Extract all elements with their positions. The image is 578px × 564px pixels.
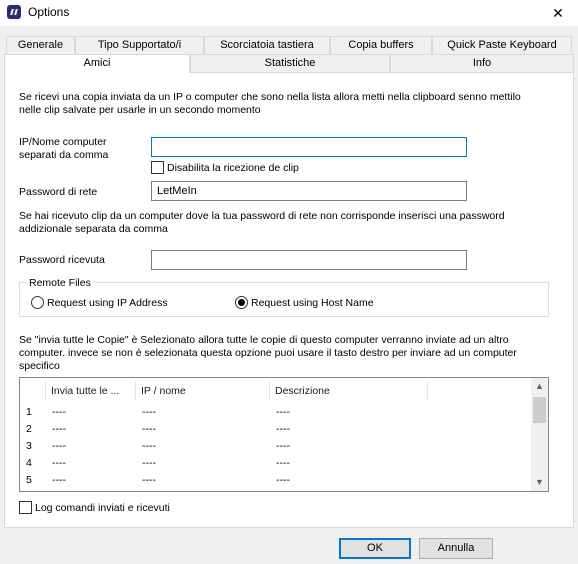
intro-text-line-1: Se ricevi una copia inviata da un IP o c…: [19, 91, 521, 103]
window-title: Options: [28, 5, 70, 19]
tab-tipo-supportato[interactable]: Tipo Supportato/i: [75, 36, 204, 54]
tab-generale[interactable]: Generale: [6, 36, 75, 54]
password-label: Password di rete: [19, 186, 98, 198]
password-input[interactable]: [151, 181, 467, 201]
cell-description: ----: [276, 457, 290, 469]
radio-request-host-label: Request using Host Name: [251, 297, 374, 309]
ok-button[interactable]: OK: [339, 538, 411, 559]
disable-receive-label: Disabilita la ricezione de clip: [167, 162, 299, 174]
tab-copia-buffers[interactable]: Copia buffers: [330, 36, 432, 54]
row-number-header: [20, 381, 46, 401]
cell-description: ----: [276, 474, 290, 486]
ip-label-line-2: separati da comma: [19, 149, 109, 161]
tab-amici[interactable]: Amici: [4, 54, 190, 73]
scroll-up-icon[interactable]: ▲: [531, 378, 548, 395]
app-icon: [7, 5, 21, 19]
column-header-description[interactable]: Descrizione: [270, 381, 428, 401]
cell-ip-name: ----: [142, 406, 156, 418]
disable-receive-checkbox[interactable]: [151, 161, 164, 174]
close-button[interactable]: ✕: [544, 3, 572, 23]
tab-scorciatoia-tastiera[interactable]: Scorciatoia tastiera: [204, 36, 330, 54]
log-commands-checkbox[interactable]: [19, 501, 32, 514]
radio-request-ip-label: Request using IP Address: [47, 297, 168, 309]
send-all-text-line-1: Se "invia tutte le Copie" è Selezionato …: [19, 334, 509, 346]
cell-description: ----: [276, 440, 290, 452]
ip-input[interactable]: [151, 137, 467, 157]
cell-send-all: ----: [52, 457, 66, 469]
send-all-text-line-2: computer. invece se non è selezionata qu…: [19, 347, 517, 359]
row-number: 1: [26, 406, 32, 418]
cell-send-all: ----: [52, 440, 66, 452]
radio-request-host[interactable]: [235, 296, 248, 309]
send-all-text-line-3: specifico: [19, 360, 60, 372]
scroll-thumb[interactable]: [533, 397, 546, 423]
remote-files-legend: Remote Files: [26, 277, 94, 290]
cell-send-all: ----: [52, 474, 66, 486]
row-number: 5: [26, 474, 32, 486]
tab-quick-paste-keyboard[interactable]: Quick Paste Keyboard: [432, 36, 572, 54]
row-number: 2: [26, 423, 32, 435]
cell-send-all: ----: [52, 406, 66, 418]
tab-statistiche[interactable]: Statistiche: [190, 54, 390, 72]
column-header-ip-name[interactable]: IP / nome: [136, 381, 270, 401]
cell-description: ----: [276, 406, 290, 418]
cell-send-all: ----: [52, 423, 66, 435]
table-vertical-scrollbar[interactable]: ▲ ▼: [531, 378, 548, 491]
title-bar: Options ✕: [0, 0, 578, 26]
mismatch-text-line-2: addizionale separata da comma: [19, 223, 168, 235]
log-commands-label: Log comandi inviati e ricevuti: [35, 502, 170, 514]
cell-ip-name: ----: [142, 423, 156, 435]
column-header-send-all[interactable]: Invia tutte le ...: [46, 381, 136, 401]
friends-table[interactable]: Invia tutte le ... IP / nome Descrizione…: [19, 377, 549, 492]
mismatch-text-line-1: Se hai ricevuto clip da un computer dove…: [19, 210, 505, 222]
scroll-down-icon[interactable]: ▼: [531, 474, 548, 491]
close-icon: ✕: [552, 5, 564, 21]
cell-description: ----: [276, 423, 290, 435]
cell-ip-name: ----: [142, 440, 156, 452]
tab-info[interactable]: Info: [390, 54, 574, 72]
cell-ip-name: ----: [142, 457, 156, 469]
cell-ip-name: ----: [142, 474, 156, 486]
received-password-input[interactable]: [151, 250, 467, 270]
cancel-button[interactable]: Annulla: [419, 538, 493, 559]
row-number: 3: [26, 440, 32, 452]
ip-label-line-1: IP/Nome computer: [19, 136, 107, 148]
radio-request-ip[interactable]: [31, 296, 44, 309]
received-password-label: Password ricevuta: [19, 254, 105, 266]
intro-text-line-2: nelle clip salvate per usarle in un seco…: [19, 104, 261, 116]
row-number: 4: [26, 457, 32, 469]
